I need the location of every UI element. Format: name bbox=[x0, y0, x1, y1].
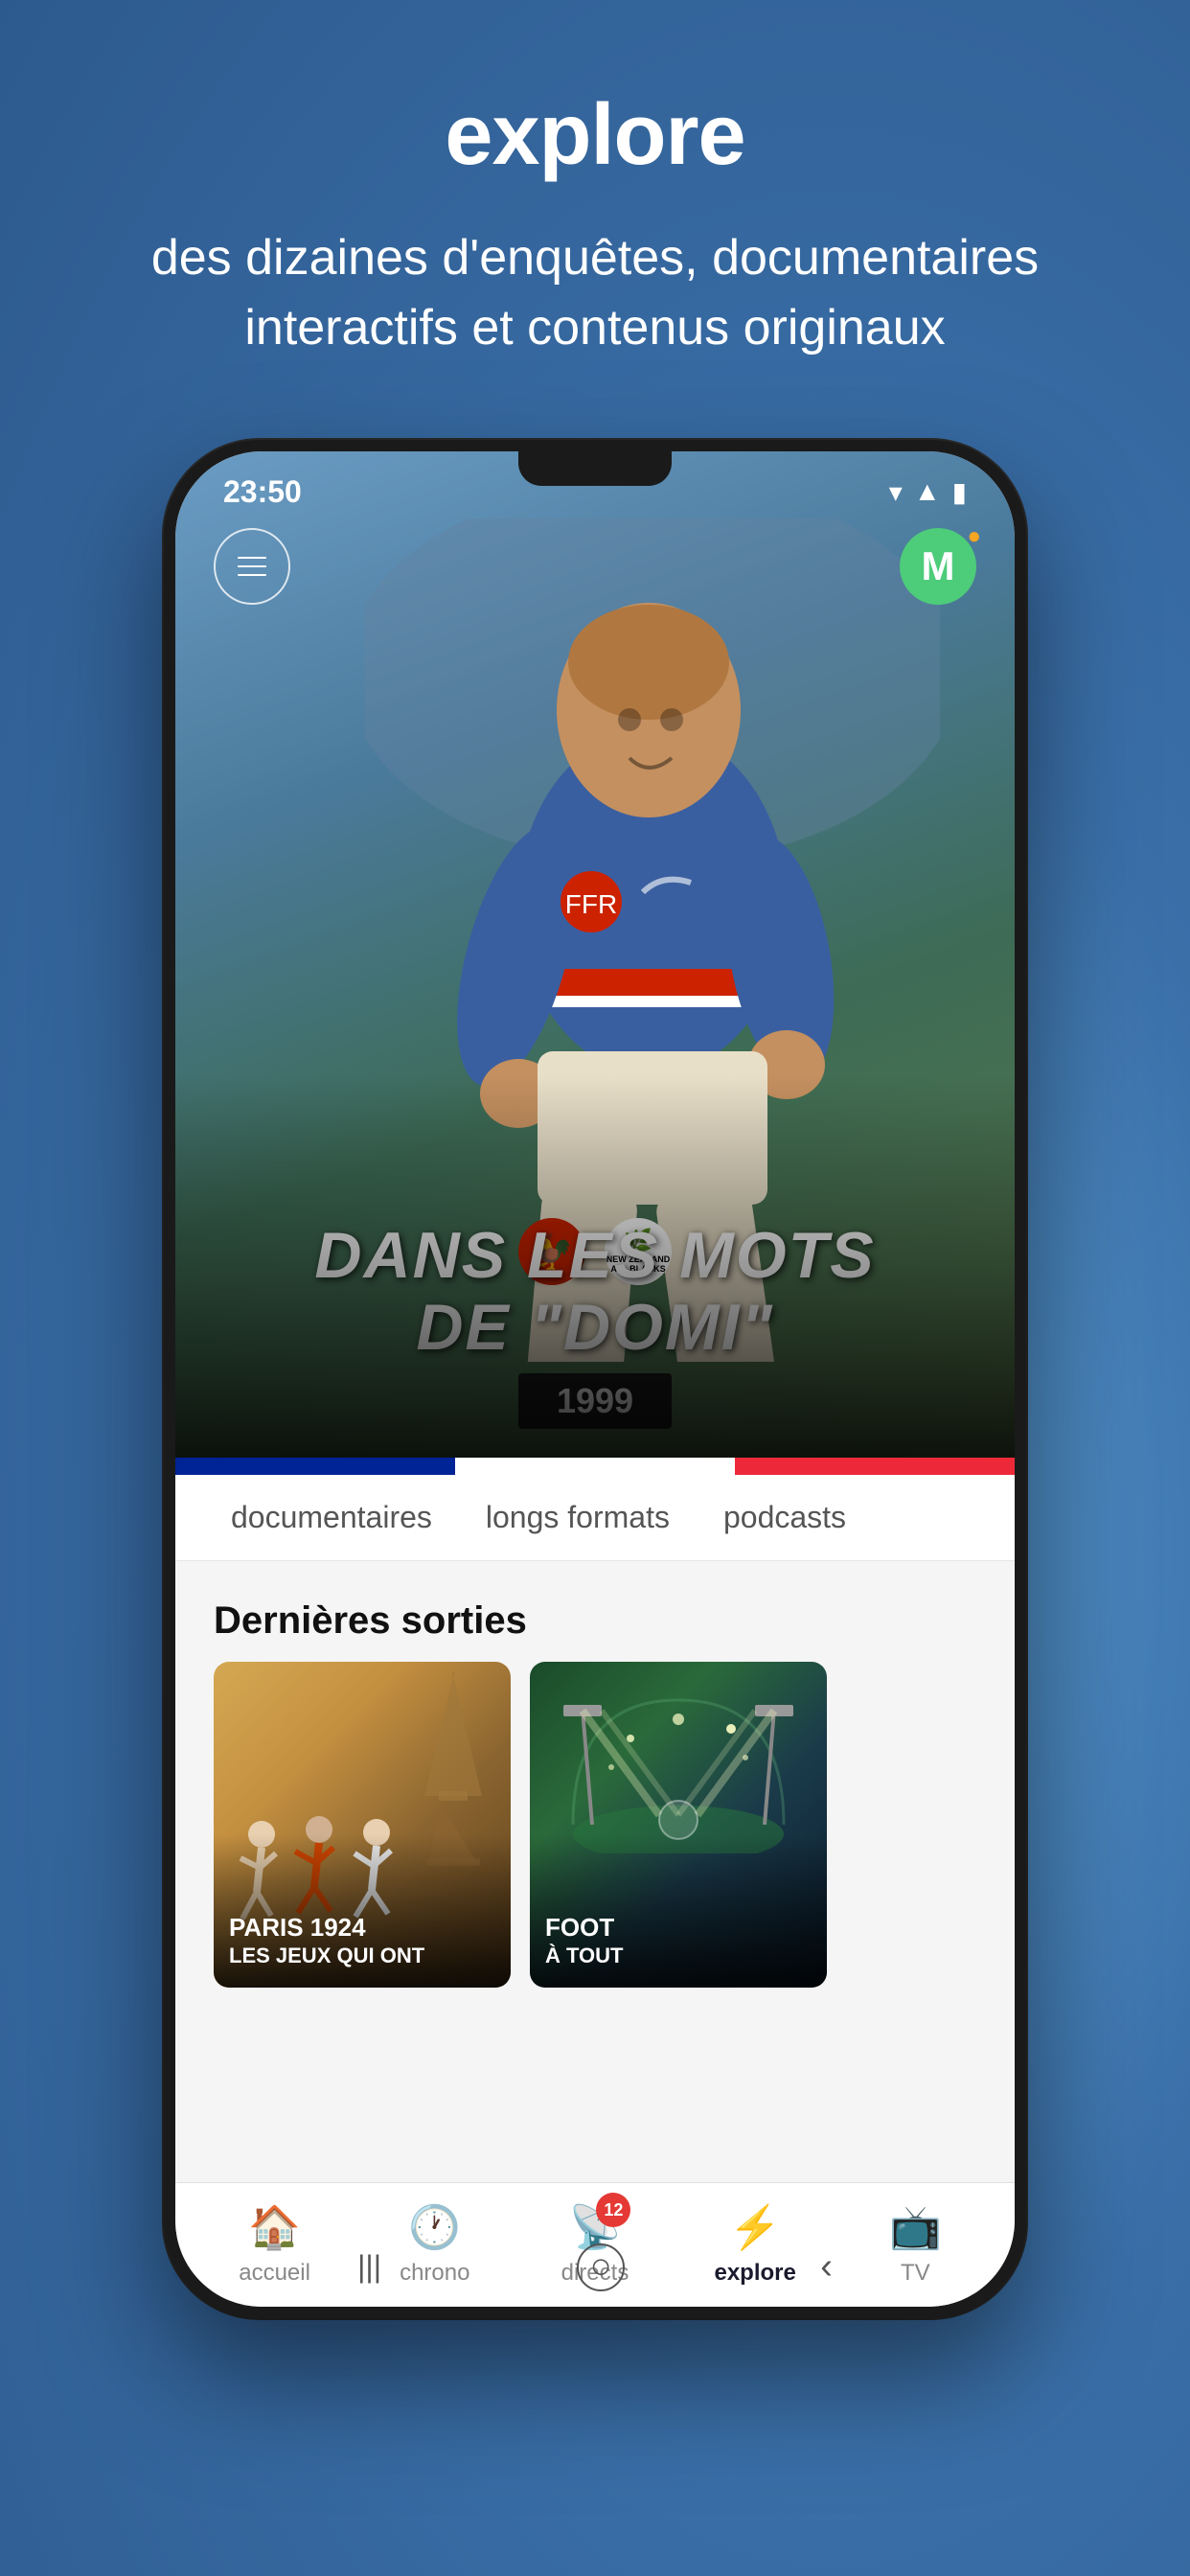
flag-white bbox=[455, 1458, 735, 1475]
status-time: 23:50 bbox=[223, 474, 302, 510]
stadium-lights-icon bbox=[554, 1681, 803, 1853]
battery-icon: ▮ bbox=[952, 476, 967, 508]
card-paris-title-line2: LES JEUX QUI ONT bbox=[229, 1944, 495, 1968]
content-area: Dernières sorties bbox=[175, 1561, 1015, 2182]
m-badge[interactable]: M bbox=[900, 528, 976, 605]
card-foot-title-line1: FOOT bbox=[545, 1913, 812, 1943]
flag-blue bbox=[175, 1458, 455, 1475]
signal-icon: ▲ bbox=[914, 476, 941, 507]
cards-grid: PARIS 1924 LES JEUX QUI ONT bbox=[175, 1662, 1015, 1988]
menu-line-2 bbox=[238, 565, 266, 567]
card-paris1924[interactable]: PARIS 1924 LES JEUX QUI ONT bbox=[214, 1662, 511, 1988]
directs-badge: 12 bbox=[596, 2193, 630, 2227]
screen: 23:50 ▾ ▲ ▮ bbox=[175, 451, 1015, 2307]
card-foot-text: FOOT À TOUT bbox=[545, 1913, 812, 1967]
section-title: Dernières sorties bbox=[175, 1561, 1015, 1662]
phone-inner: 23:50 ▾ ▲ ▮ bbox=[175, 451, 1015, 2307]
menu-line-3 bbox=[238, 574, 266, 576]
french-flag-stripe bbox=[175, 1458, 1015, 1475]
page: explore des dizaines d'enquêtes, documen… bbox=[0, 0, 1190, 2318]
page-title: explore bbox=[445, 86, 744, 185]
card-paris-title-line1: PARIS 1924 bbox=[229, 1913, 495, 1943]
menu-line-1 bbox=[238, 557, 266, 559]
back-button-icon[interactable]: ‹ bbox=[820, 2246, 833, 2288]
recent-apps-icon[interactable]: ||| bbox=[357, 2249, 381, 2285]
home-button-icon[interactable]: ○ bbox=[577, 2243, 625, 2291]
hero-overlay bbox=[175, 1074, 1015, 1458]
phone-frame: 23:50 ▾ ▲ ▮ bbox=[164, 440, 1026, 2318]
card-foot-title-line2: À TOUT bbox=[545, 1944, 812, 1968]
tab-podcasts[interactable]: podcasts bbox=[697, 1490, 873, 1545]
menu-button[interactable] bbox=[214, 528, 290, 605]
wifi-icon: ▾ bbox=[889, 476, 903, 508]
hero-image: 23:50 ▾ ▲ ▮ bbox=[175, 451, 1015, 1458]
notch bbox=[518, 451, 672, 486]
tab-documentaires[interactable]: documentaires bbox=[204, 1490, 459, 1545]
page-subtitle: des dizaines d'enquêtes, documentaires i… bbox=[0, 223, 1190, 363]
card-foot[interactable]: FOOT À TOUT bbox=[530, 1662, 827, 1988]
phone-system-nav: ||| ○ ‹ bbox=[164, 2243, 1026, 2291]
hamburger-icon bbox=[238, 557, 266, 576]
card-paris-text: PARIS 1924 LES JEUX QUI ONT bbox=[229, 1913, 495, 1967]
status-icons: ▾ ▲ ▮ bbox=[889, 476, 967, 508]
tab-longs-formats[interactable]: longs formats bbox=[459, 1490, 697, 1545]
flag-red bbox=[735, 1458, 1015, 1475]
svg-text:FFR: FFR bbox=[565, 889, 617, 919]
nav-tabs: documentaires longs formats podcasts bbox=[175, 1475, 1015, 1561]
